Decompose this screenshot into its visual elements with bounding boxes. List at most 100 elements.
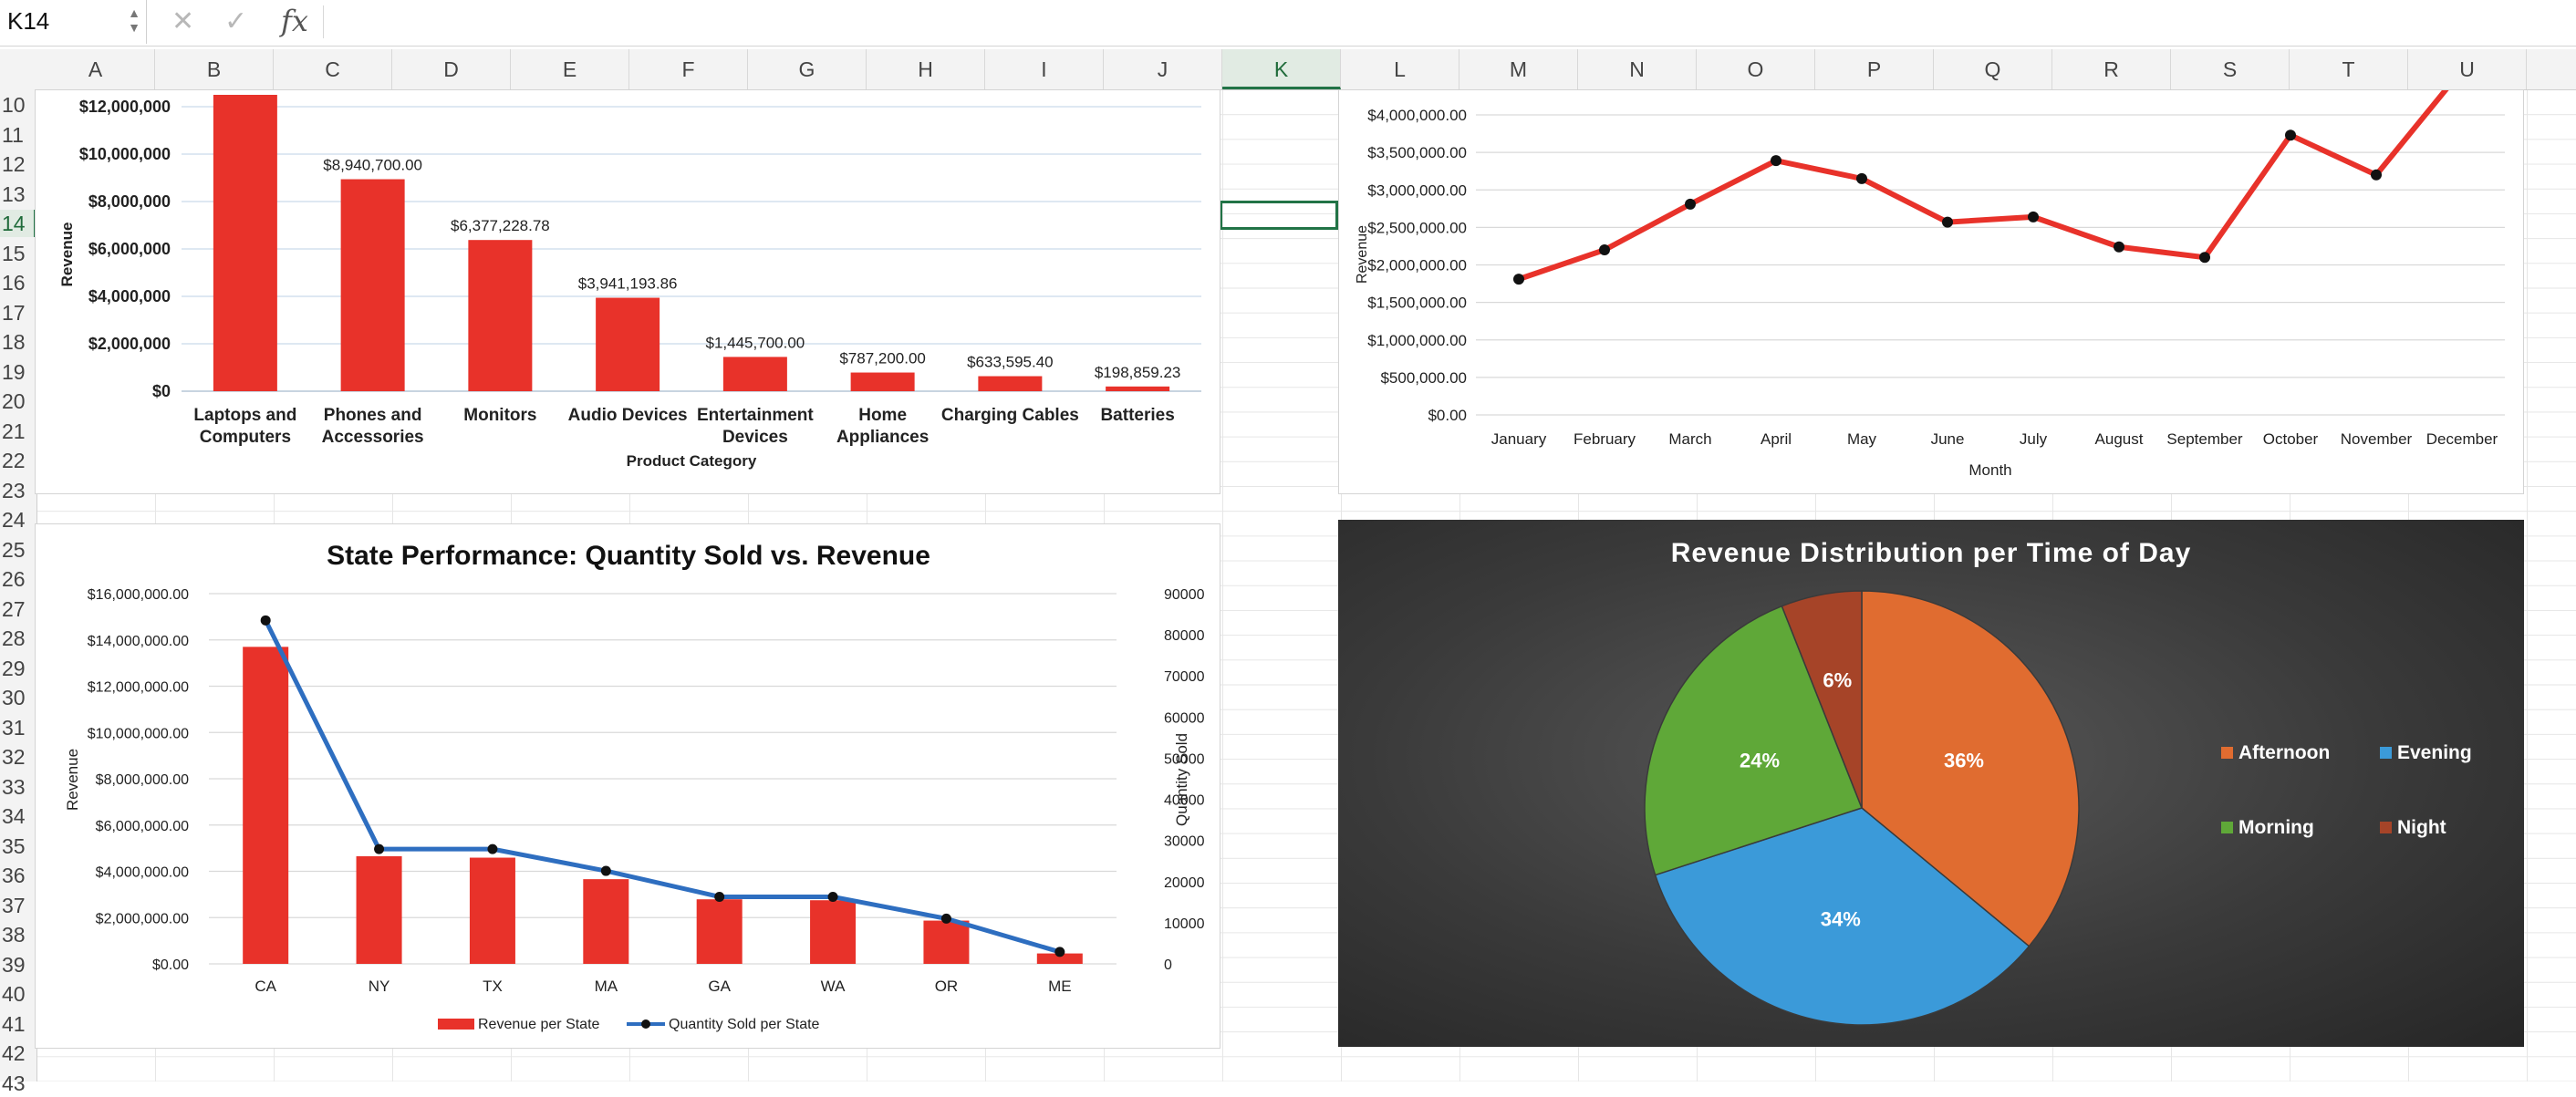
y-tick-label: $0.00 — [1428, 407, 1467, 424]
row-header-23[interactable]: 23 — [0, 477, 36, 504]
time-of-day-pie-chart[interactable]: Revenue Distribution per Time of Day 36% 3… — [1338, 520, 2524, 1047]
row-header-37[interactable]: 37 — [0, 892, 36, 919]
column-header-d[interactable]: D — [392, 49, 511, 89]
data-label: $3,941,193.86 — [578, 275, 678, 293]
column-header-f[interactable]: F — [629, 49, 748, 89]
row-header-28[interactable]: 28 — [0, 625, 36, 652]
row-header-40[interactable]: 40 — [0, 980, 36, 1008]
y-tick-label: $3,000,000.00 — [1367, 181, 1467, 199]
row-header-10[interactable]: 10 — [0, 91, 36, 119]
name-box[interactable]: K14 ▲ ▼ — [0, 0, 147, 44]
column-header-e[interactable]: E — [511, 49, 629, 89]
y-tick-label: $16,000,000.00 — [88, 587, 189, 603]
column-header-i[interactable]: I — [985, 49, 1104, 89]
x-tick-label: GA — [708, 978, 731, 995]
column-header-s[interactable]: S — [2171, 49, 2290, 89]
y-tick-label: $4,000,000.00 — [96, 865, 189, 881]
enter-icon[interactable]: ✓ — [224, 5, 247, 37]
row-header-41[interactable]: 41 — [0, 1010, 36, 1038]
x-tick-label: TX — [483, 978, 503, 995]
column-header-r[interactable]: R — [2052, 49, 2171, 89]
quantity-point-or — [940, 913, 951, 924]
row-header-42[interactable]: 42 — [0, 1040, 36, 1067]
state-performance-chart[interactable]: State Performance: Quantity Sold vs. Rev… — [35, 523, 1220, 1049]
row-header-32[interactable]: 32 — [0, 743, 36, 771]
quantity-point-ca — [260, 615, 271, 626]
row-header-26[interactable]: 26 — [0, 565, 36, 593]
row-header-35[interactable]: 35 — [0, 833, 36, 860]
data-point-9 — [2199, 252, 2210, 264]
formula-input[interactable] — [323, 5, 2568, 38]
x-tick-label: December — [2426, 430, 2498, 448]
y-axis-title: Revenue — [58, 223, 76, 287]
column-header-t[interactable]: T — [2290, 49, 2408, 89]
x-tick-label: NY — [369, 978, 390, 995]
column-header-j[interactable]: J — [1104, 49, 1222, 89]
column-header-p[interactable]: P — [1815, 49, 1934, 89]
x-tick-label: March — [1668, 430, 1711, 448]
row-header-38[interactable]: 38 — [0, 921, 36, 948]
row-header-15[interactable]: 15 — [0, 240, 36, 267]
y-axis-title: Revenue — [1355, 225, 1370, 284]
product-category-chart[interactable]: $0 $2,000,000 $4,000,000 $6,000,000 $8,000,0… — [35, 89, 1220, 494]
legend-swatch-night — [2380, 822, 2392, 833]
x-tick-label: Entertainment Devices — [697, 406, 814, 447]
column-header-a[interactable]: A — [36, 49, 155, 89]
row-header-18[interactable]: 18 — [0, 328, 36, 356]
row-header-20[interactable]: 20 — [0, 388, 36, 415]
column-header-u[interactable]: U — [2408, 49, 2527, 89]
row-header-27[interactable]: 27 — [0, 595, 36, 623]
row-header-14[interactable]: 14 — [0, 210, 36, 237]
x-tick-label: February — [1574, 430, 1636, 448]
column-header-m[interactable]: M — [1459, 49, 1578, 89]
row-header-11[interactable]: 11 — [0, 121, 36, 149]
row-header-21[interactable]: 21 — [0, 418, 36, 445]
column-header-g[interactable]: G — [748, 49, 867, 89]
row-header-31[interactable]: 31 — [0, 714, 36, 741]
legend-label-revenue: Revenue per State — [478, 1017, 600, 1032]
cell-reference[interactable]: K14 — [7, 7, 49, 36]
active-cell-k14[interactable] — [1220, 201, 1338, 230]
y2-axis-title: Quantity Sold — [1173, 733, 1190, 826]
row-header-43[interactable]: 43 — [0, 1070, 36, 1097]
column-header-b[interactable]: B — [155, 49, 274, 89]
row-header-39[interactable]: 39 — [0, 951, 36, 978]
row-header-24[interactable]: 24 — [0, 506, 36, 533]
row-header-33[interactable]: 33 — [0, 773, 36, 801]
insert-function-icon[interactable]: fx — [281, 4, 308, 38]
pie-label-morning: 24% — [1740, 749, 1780, 771]
column-header-h[interactable]: H — [867, 49, 985, 89]
y-tick-label: $1,000,000.00 — [1367, 332, 1467, 349]
column-header-c[interactable]: C — [274, 49, 392, 89]
column-header-l[interactable]: L — [1341, 49, 1459, 89]
column-header-k[interactable]: K — [1222, 49, 1341, 89]
row-header-19[interactable]: 19 — [0, 358, 36, 386]
y-tick-label: $1,500,000.00 — [1367, 295, 1467, 312]
column-header-n[interactable]: N — [1578, 49, 1697, 89]
y2-tick-label: 0 — [1164, 957, 1172, 973]
row-header-29[interactable]: 29 — [0, 655, 36, 682]
row-header-12[interactable]: 12 — [0, 150, 36, 178]
bar-8 — [1106, 386, 1170, 391]
column-header-q[interactable]: Q — [1934, 49, 2052, 89]
row-header-30[interactable]: 30 — [0, 684, 36, 711]
data-point-5 — [1856, 172, 1867, 184]
row-header-25[interactable]: 25 — [0, 536, 36, 564]
row-header-36[interactable]: 36 — [0, 862, 36, 889]
x-tick-label: August — [2095, 430, 2144, 448]
name-box-dropdown-icon[interactable]: ▲ ▼ — [128, 5, 140, 35]
time-of-day-pie-chart-svg: Revenue Distribution per Time of Day 36% 3… — [1644, 538, 2472, 1026]
row-header-22[interactable]: 22 — [0, 447, 36, 474]
row-header-16[interactable]: 16 — [0, 269, 36, 296]
cancel-icon[interactable]: ✕ — [171, 5, 194, 37]
monthly-revenue-chart[interactable]: $0.00 $500,000.00 $1,000,000.00 $1,500,000.… — [1338, 89, 2524, 494]
row-header-17[interactable]: 17 — [0, 299, 36, 326]
data-label: $198,859.23 — [1095, 364, 1181, 381]
row-header-34[interactable]: 34 — [0, 802, 36, 830]
column-header-o[interactable]: O — [1697, 49, 1815, 89]
y-tick-label: $6,000,000.00 — [96, 819, 189, 834]
y-tick-label: $0 — [152, 382, 171, 400]
y-tick-label: $2,500,000.00 — [1367, 219, 1467, 236]
y-tick-label: $2,000,000 — [88, 335, 171, 353]
row-header-13[interactable]: 13 — [0, 181, 36, 208]
